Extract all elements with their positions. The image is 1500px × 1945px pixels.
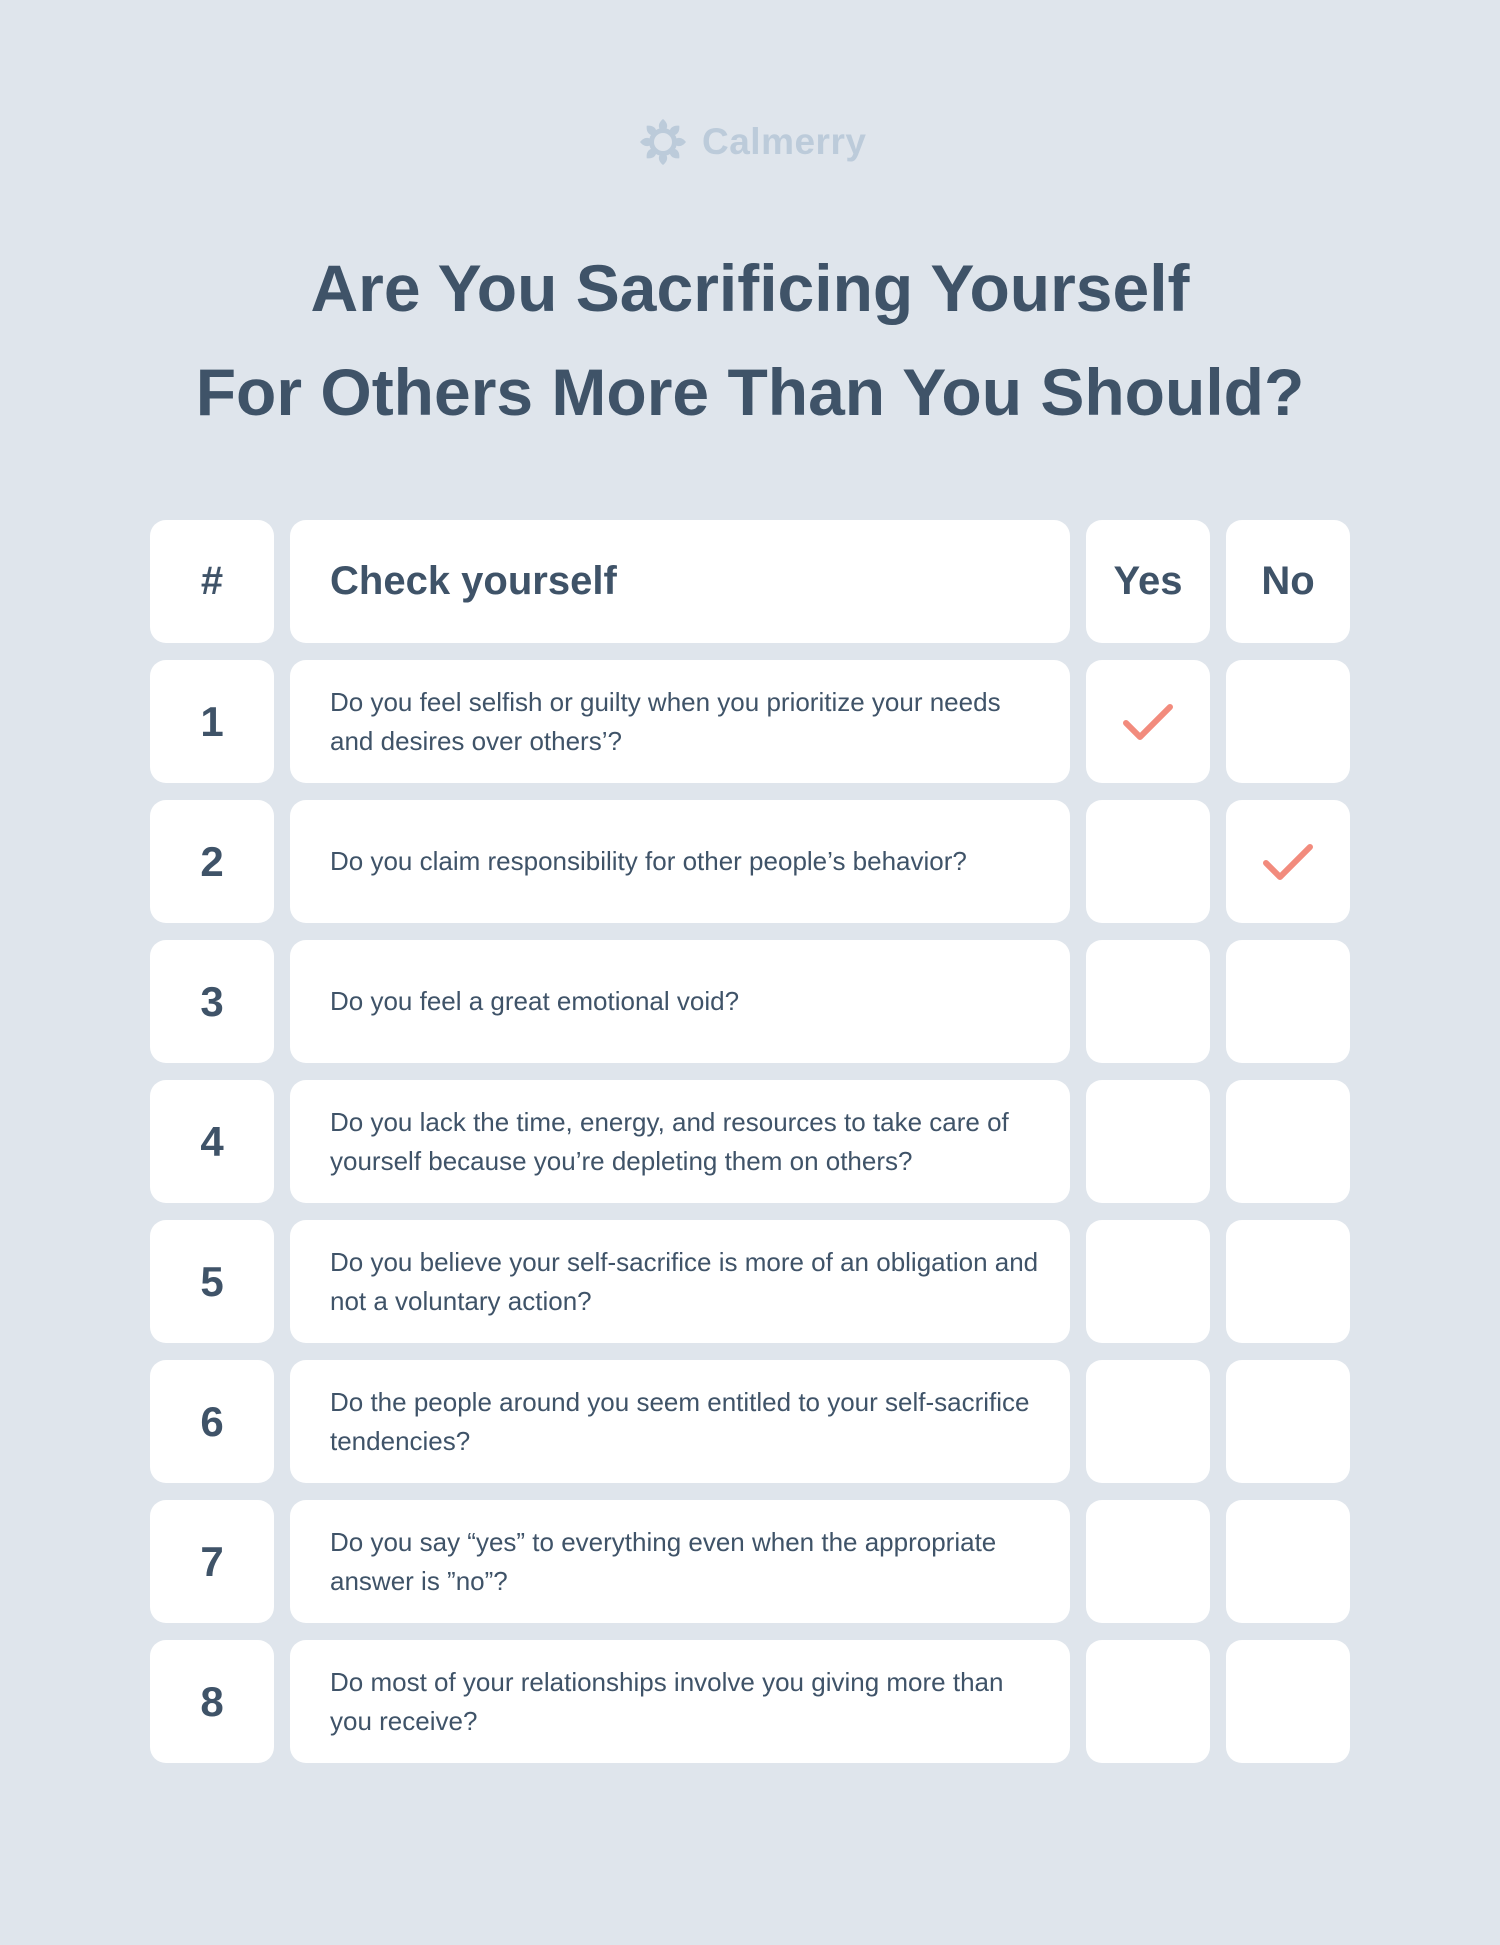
row-number: 3 [150,940,274,1063]
no-checkbox[interactable] [1226,1500,1350,1623]
brand-logo: Calmerry [638,117,866,167]
row-question: Do you feel a great emotional void? [330,986,740,1016]
flower-icon [638,117,688,167]
row-number: 8 [150,1640,274,1763]
no-checkbox[interactable] [1226,660,1350,783]
row-number: 7 [150,1500,274,1623]
row-question-cell: Do you feel selfish or guilty when you p… [290,660,1070,783]
row-question: Do the people around you seem entitled t… [330,1386,1030,1456]
yes-checkbox[interactable] [1086,800,1210,923]
no-checkbox[interactable] [1226,940,1350,1063]
header-no: No [1226,520,1350,643]
row-question: Do most of your relationships involve yo… [330,1666,1004,1736]
row-number: 1 [150,660,274,783]
yes-checkbox[interactable] [1086,1500,1210,1623]
row-question: Do you lack the time, energy, and resour… [330,1106,1009,1176]
no-checkbox[interactable] [1226,1640,1350,1763]
title-line-2: For Others More Than You Should? [195,355,1305,429]
row-number: 5 [150,1220,274,1343]
yes-checkbox[interactable] [1086,1080,1210,1203]
row-question-cell: Do most of your relationships involve yo… [290,1640,1070,1763]
header-number: # [150,520,274,643]
row-number: 4 [150,1080,274,1203]
yes-checkbox[interactable] [1086,1220,1210,1343]
row-number: 2 [150,800,274,923]
row-question-cell: Do you claim responsibility for other pe… [290,800,1070,923]
yes-checkbox[interactable] [1086,1640,1210,1763]
row-question-cell: Do the people around you seem entitled t… [290,1360,1070,1483]
brand-name: Calmerry [702,121,867,162]
row-question: Do you feel selfish or guilty when you p… [330,686,1001,756]
row-question-cell: Do you feel a great emotional void? [290,940,1070,1063]
header-question: Check yourself [290,520,1070,643]
yes-checkbox[interactable] [1086,660,1210,783]
header-yes: Yes [1086,520,1210,643]
row-number: 6 [150,1360,274,1483]
no-checkbox[interactable] [1226,1360,1350,1483]
row-question-cell: Do you believe your self-sacrifice is mo… [290,1220,1070,1343]
no-checkbox[interactable] [1226,800,1350,923]
row-question-cell: Do you lack the time, energy, and resour… [290,1080,1070,1203]
yes-checkbox[interactable] [1086,1360,1210,1483]
row-question: Do you claim responsibility for other pe… [330,846,967,876]
checkmark-icon [1121,701,1175,743]
row-question: Do you believe your self-sacrifice is mo… [330,1246,1039,1316]
checkmark-icon [1261,841,1315,883]
yes-checkbox[interactable] [1086,940,1210,1063]
no-checkbox[interactable] [1226,1080,1350,1203]
page-title: Are You Sacrificing Yourself For Others … [0,236,1500,444]
row-question-cell: Do you say “yes” to everything even when… [290,1500,1070,1623]
title-line-1: Are You Sacrificing Yourself [310,251,1190,325]
row-question: Do you say “yes” to everything even when… [330,1526,997,1596]
no-checkbox[interactable] [1226,1220,1350,1343]
